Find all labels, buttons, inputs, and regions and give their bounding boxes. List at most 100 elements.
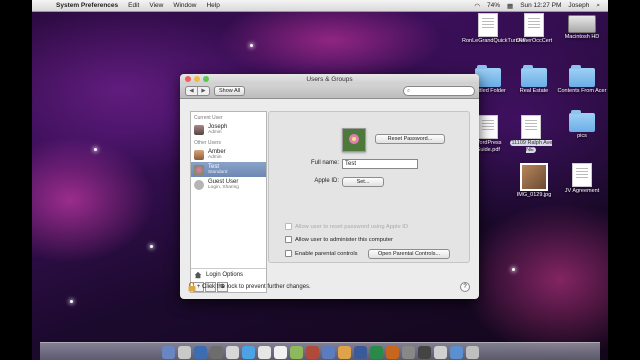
desktop-file-img0129[interactable]: IMG_0129.jpg <box>508 163 560 199</box>
window-title: Users & Groups <box>306 75 353 83</box>
reset-password-button[interactable]: Reset Password... <box>375 134 445 144</box>
system-preferences-icon[interactable] <box>401 346 415 359</box>
user-row-guest[interactable]: Guest User Login, Sharing <box>191 177 266 192</box>
user-picture[interactable] <box>342 128 366 152</box>
letterbox-right <box>608 0 640 360</box>
itunes-icon[interactable] <box>321 346 335 359</box>
wifi-icon[interactable]: ◠ <box>474 2 480 10</box>
users-groups-window: Users & Groups ◀ ▶ Show All ⌕ Current Us… <box>180 74 479 299</box>
guest-user-icon <box>194 179 204 190</box>
checkbox-box <box>285 236 292 243</box>
user-menu[interactable]: Joseph <box>568 2 589 9</box>
user-role: Login, Sharing <box>208 185 239 190</box>
desktop-icon-label: pics <box>577 133 587 139</box>
preview-icon[interactable] <box>433 346 447 359</box>
pane-content: Current User Joseph Admin Other Users Am… <box>180 99 479 299</box>
help-button[interactable]: ? <box>460 282 470 292</box>
star <box>150 245 153 248</box>
downloads-stack-icon[interactable] <box>449 346 463 359</box>
apple-id-set-button[interactable]: Set... <box>342 177 384 187</box>
word-icon[interactable] <box>353 346 367 359</box>
avatar <box>194 124 204 135</box>
show-all-button[interactable]: Show All <box>214 86 246 96</box>
checkbox-box <box>285 223 292 230</box>
facetime-icon[interactable] <box>289 346 303 359</box>
desktop-icon-label: IMG_0129.jpg <box>516 192 552 198</box>
safari-icon[interactable] <box>241 346 255 359</box>
flag-icon[interactable]: ▦ <box>507 2 513 10</box>
mail-icon[interactable] <box>225 346 239 359</box>
powerpoint-icon[interactable] <box>385 346 399 359</box>
user-row-amber[interactable]: Amber Admin <box>191 147 266 162</box>
parental-controls-checkbox[interactable]: Enable parental controls <box>285 250 358 257</box>
user-role: Admin <box>208 130 222 135</box>
finder-icon[interactable] <box>161 346 175 359</box>
document-icon <box>521 115 541 139</box>
folder-icon <box>521 65 547 87</box>
menu-edit[interactable]: Edit <box>128 2 139 9</box>
desktop-icon-label: Contents From Acer <box>557 88 607 94</box>
lock-text: Click the lock to prevent further change… <box>202 284 311 290</box>
star <box>70 300 73 303</box>
battery-percent[interactable]: 74% <box>487 2 500 9</box>
desktop-folder-pics[interactable]: pics <box>556 110 608 140</box>
trash-icon[interactable] <box>465 346 479 359</box>
user-row-test[interactable]: Test Standard <box>191 162 266 177</box>
hard-drive-icon <box>568 15 596 33</box>
desktop-icon-label: Macintosh HD <box>564 34 600 40</box>
allow-reset-checkbox[interactable]: Allow user to reset password using Apple… <box>285 223 408 230</box>
star <box>250 44 253 47</box>
allow-admin-checkbox[interactable]: Allow user to administer this computer <box>285 236 393 243</box>
current-user-header: Current User <box>194 115 223 121</box>
back-arrow-icon[interactable]: ◀ <box>186 87 197 95</box>
mission-control-icon[interactable] <box>209 346 223 359</box>
menu-window[interactable]: Window <box>173 2 196 9</box>
launchpad-icon[interactable] <box>177 346 191 359</box>
desktop-icon-label: JV Agreement <box>564 188 600 194</box>
contacts-icon[interactable] <box>257 346 271 359</box>
lock-open-icon[interactable] <box>188 282 196 292</box>
letterbox-left <box>0 0 32 360</box>
excel-icon[interactable] <box>369 346 383 359</box>
desktop-macintosh-hd[interactable]: Macintosh HD <box>556 15 608 41</box>
search-input[interactable]: ⌕ <box>403 86 475 96</box>
open-parental-controls-button[interactable]: Open Parental Controls... <box>368 249 450 259</box>
desktop-icon-label: OwnerOccCert <box>515 38 553 44</box>
star <box>94 148 97 151</box>
desktop-file-ralph-ave[interactable]: 11109 Ralph Ave NE <box>505 115 557 153</box>
nav-buttons: ◀ ▶ <box>185 86 210 96</box>
full-name-field[interactable]: Test <box>342 159 418 169</box>
image-thumbnail-icon <box>520 163 548 191</box>
avatar <box>194 164 204 175</box>
clock[interactable]: Sun 12:27 PM <box>520 2 561 9</box>
login-options-item[interactable]: Login Options <box>191 268 266 281</box>
desktop-folder-contents-acer[interactable]: Contents From Acer <box>556 65 608 95</box>
desktop-icon-label: Real Estate <box>519 88 549 94</box>
desktop-file-ronlegrand[interactable]: RonLeGrandQuickTurnRE <box>462 13 526 45</box>
desktop-folder-real-estate[interactable]: Real Estate <box>508 65 560 95</box>
menu-bar: System Preferences Edit View Window Help… <box>32 0 608 12</box>
user-row-joseph[interactable]: Joseph Admin <box>191 122 266 137</box>
photo-booth-icon[interactable] <box>305 346 319 359</box>
document-icon <box>572 163 592 187</box>
app-store-icon[interactable] <box>193 346 207 359</box>
terminal-icon[interactable] <box>417 346 431 359</box>
spotlight-icon[interactable]: ⌕ <box>596 2 600 10</box>
desktop-file-jv-agreement[interactable]: JV Agreement <box>556 163 608 195</box>
menu-view[interactable]: View <box>149 2 163 9</box>
document-icon <box>524 13 544 37</box>
menu-help[interactable]: Help <box>206 2 219 9</box>
user-details-panel: Reset Password... Full name: Test Apple … <box>268 111 470 263</box>
user-role: Admin <box>208 155 222 160</box>
app-menu[interactable]: System Preferences <box>56 2 118 9</box>
desktop-icon-label: 11109 Ralph Ave NE <box>509 140 553 153</box>
apple-id-label: Apple ID: <box>314 178 339 184</box>
calendar-icon[interactable] <box>273 346 287 359</box>
title-bar[interactable]: Users & Groups <box>180 74 479 84</box>
forward-arrow-icon[interactable]: ▶ <box>197 87 209 95</box>
iphoto-icon[interactable] <box>337 346 351 359</box>
folder-icon <box>569 65 595 87</box>
flower-icon <box>343 129 365 151</box>
toolbar: ◀ ▶ Show All ⌕ <box>180 84 479 99</box>
desktop-file-owneroccert[interactable]: OwnerOccCert <box>508 13 560 45</box>
